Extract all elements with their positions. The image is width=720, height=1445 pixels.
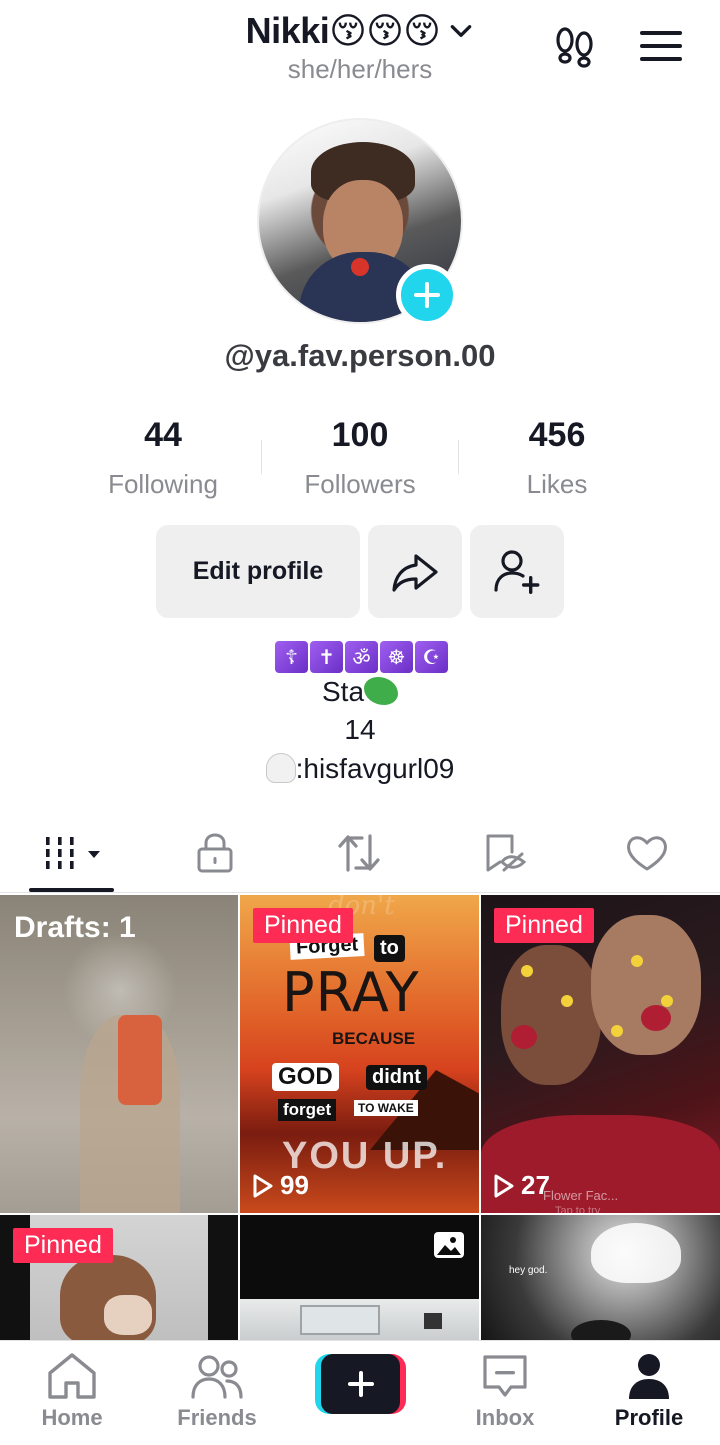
- bio-text: :hisfavgurl09: [295, 753, 455, 784]
- account-switcher[interactable]: Nikki😚😚😚: [0, 10, 720, 52]
- plus-icon: [347, 1371, 374, 1397]
- lock-icon: [197, 833, 233, 873]
- tab-videos[interactable]: [10, 828, 140, 878]
- orthodox-cross-icon: ☦: [275, 641, 308, 673]
- play-icon: [494, 1174, 514, 1197]
- profile-icon: [629, 1354, 669, 1399]
- view-count-value: 27: [521, 1170, 550, 1200]
- nav-home[interactable]: Home: [7, 1351, 137, 1441]
- share-arrow-icon: [392, 553, 438, 592]
- latin-cross-icon: ✝: [310, 641, 343, 673]
- profile-header: Nikki😚😚😚 she/her/hers: [0, 0, 720, 100]
- tile-text: to: [374, 935, 405, 962]
- bio-text: Sta: [321, 676, 365, 707]
- bottom-navigation: Home Friends Inbox Profile: [0, 1340, 720, 1445]
- tile-text: GOD: [272, 1063, 339, 1091]
- video-tile[interactable]: hey god.: [481, 1215, 720, 1340]
- tile-text: forget: [278, 1099, 337, 1121]
- pinned-badge: Pinned: [253, 908, 353, 943]
- home-icon: [48, 1353, 96, 1399]
- tile-text: didnt: [366, 1065, 427, 1090]
- bio-line-1: Sta: [0, 676, 720, 708]
- grid-icon: [46, 837, 100, 869]
- photo-tile[interactable]: [240, 1215, 479, 1340]
- edit-profile-label: Edit profile: [192, 557, 324, 585]
- effect-label: Flower Fac...: [543, 1188, 619, 1203]
- footprints-icon[interactable]: [552, 24, 598, 70]
- pinned-badge: Pinned: [13, 1228, 113, 1263]
- stat-label: Following: [108, 469, 218, 499]
- dharma-wheel-icon: ☸: [380, 641, 413, 673]
- stat-following[interactable]: 44 Following: [63, 416, 263, 500]
- stat-label: Followers: [304, 469, 416, 499]
- video-tile-pinned[interactable]: Pinned: [0, 1215, 238, 1340]
- tab-favorites[interactable]: [440, 828, 570, 878]
- photo-icon: [434, 1232, 464, 1258]
- stat-label: Likes: [526, 469, 588, 499]
- tile-text: PRAY: [282, 961, 420, 1024]
- stat-likes[interactable]: 456 Likes: [457, 416, 657, 500]
- bio-line-3: :hisfavgurl09: [0, 753, 720, 785]
- add-avatar-button[interactable]: [396, 264, 458, 326]
- crocodile-icon: [364, 677, 399, 705]
- nav-label: Inbox: [475, 1405, 535, 1430]
- ghost-icon: [265, 753, 296, 783]
- tab-reposts[interactable]: [294, 828, 424, 878]
- create-button[interactable]: [315, 1354, 406, 1414]
- edit-profile-button[interactable]: Edit profile: [156, 525, 360, 618]
- divider: [0, 892, 720, 893]
- tile-text: BECAUSE: [332, 1029, 416, 1048]
- tile-text: TO WAKE: [354, 1100, 418, 1116]
- star-crescent-icon: ☪: [415, 641, 448, 673]
- nav-friends[interactable]: Friends: [152, 1351, 282, 1441]
- play-icon: [253, 1174, 273, 1197]
- bookmark-hidden-icon: [486, 834, 527, 872]
- tab-private[interactable]: [150, 828, 280, 878]
- nav-profile[interactable]: Profile: [584, 1351, 714, 1441]
- stat-value: 100: [331, 416, 389, 454]
- nav-inbox[interactable]: Inbox: [440, 1351, 570, 1441]
- nav-label: Friends: [177, 1405, 257, 1430]
- om-icon: ॐ: [345, 641, 378, 673]
- bio-line-2: 14: [344, 714, 376, 745]
- nav-label: Home: [41, 1405, 103, 1430]
- username: @ya.fav.person.00: [224, 338, 496, 373]
- inbox-icon: [483, 1355, 527, 1397]
- view-count-value: 99: [280, 1170, 309, 1200]
- drafts-tile[interactable]: Drafts: 1: [0, 895, 238, 1213]
- stat-followers[interactable]: 100 Followers: [260, 416, 460, 500]
- video-tile-pinned[interactable]: don't Forget to PRAY BECAUSE GOD didnt f…: [240, 895, 479, 1213]
- pinned-badge: Pinned: [494, 908, 594, 943]
- plus-icon: [414, 282, 440, 308]
- tile-caption: hey god.: [509, 1265, 548, 1276]
- chevron-down-icon: [451, 25, 472, 37]
- drafts-label: Drafts: 1: [14, 911, 136, 944]
- stat-value: 44: [144, 416, 182, 454]
- share-profile-button[interactable]: [368, 525, 462, 618]
- view-count: 99: [252, 1170, 309, 1201]
- pronouns: she/her/hers: [287, 54, 433, 84]
- tab-liked[interactable]: [582, 828, 712, 878]
- effect-hint: Tap to try: [555, 1205, 601, 1213]
- display-name: Nikki😚😚😚: [245, 10, 441, 51]
- heart-icon: [627, 836, 667, 871]
- stat-value: 456: [528, 416, 586, 454]
- view-count: 27: [493, 1170, 550, 1201]
- add-user-icon: [494, 549, 540, 594]
- repost-icon: [338, 834, 380, 872]
- bio-symbols: ☦ ✝ ॐ ☸ ☪: [275, 641, 448, 673]
- add-friend-button[interactable]: [470, 525, 564, 618]
- video-tile-pinned[interactable]: Flower Fac... Tap to try Pinned 27: [481, 895, 720, 1213]
- friends-icon: [191, 1355, 243, 1399]
- menu-icon[interactable]: [638, 28, 684, 64]
- nav-label: Profile: [614, 1405, 684, 1430]
